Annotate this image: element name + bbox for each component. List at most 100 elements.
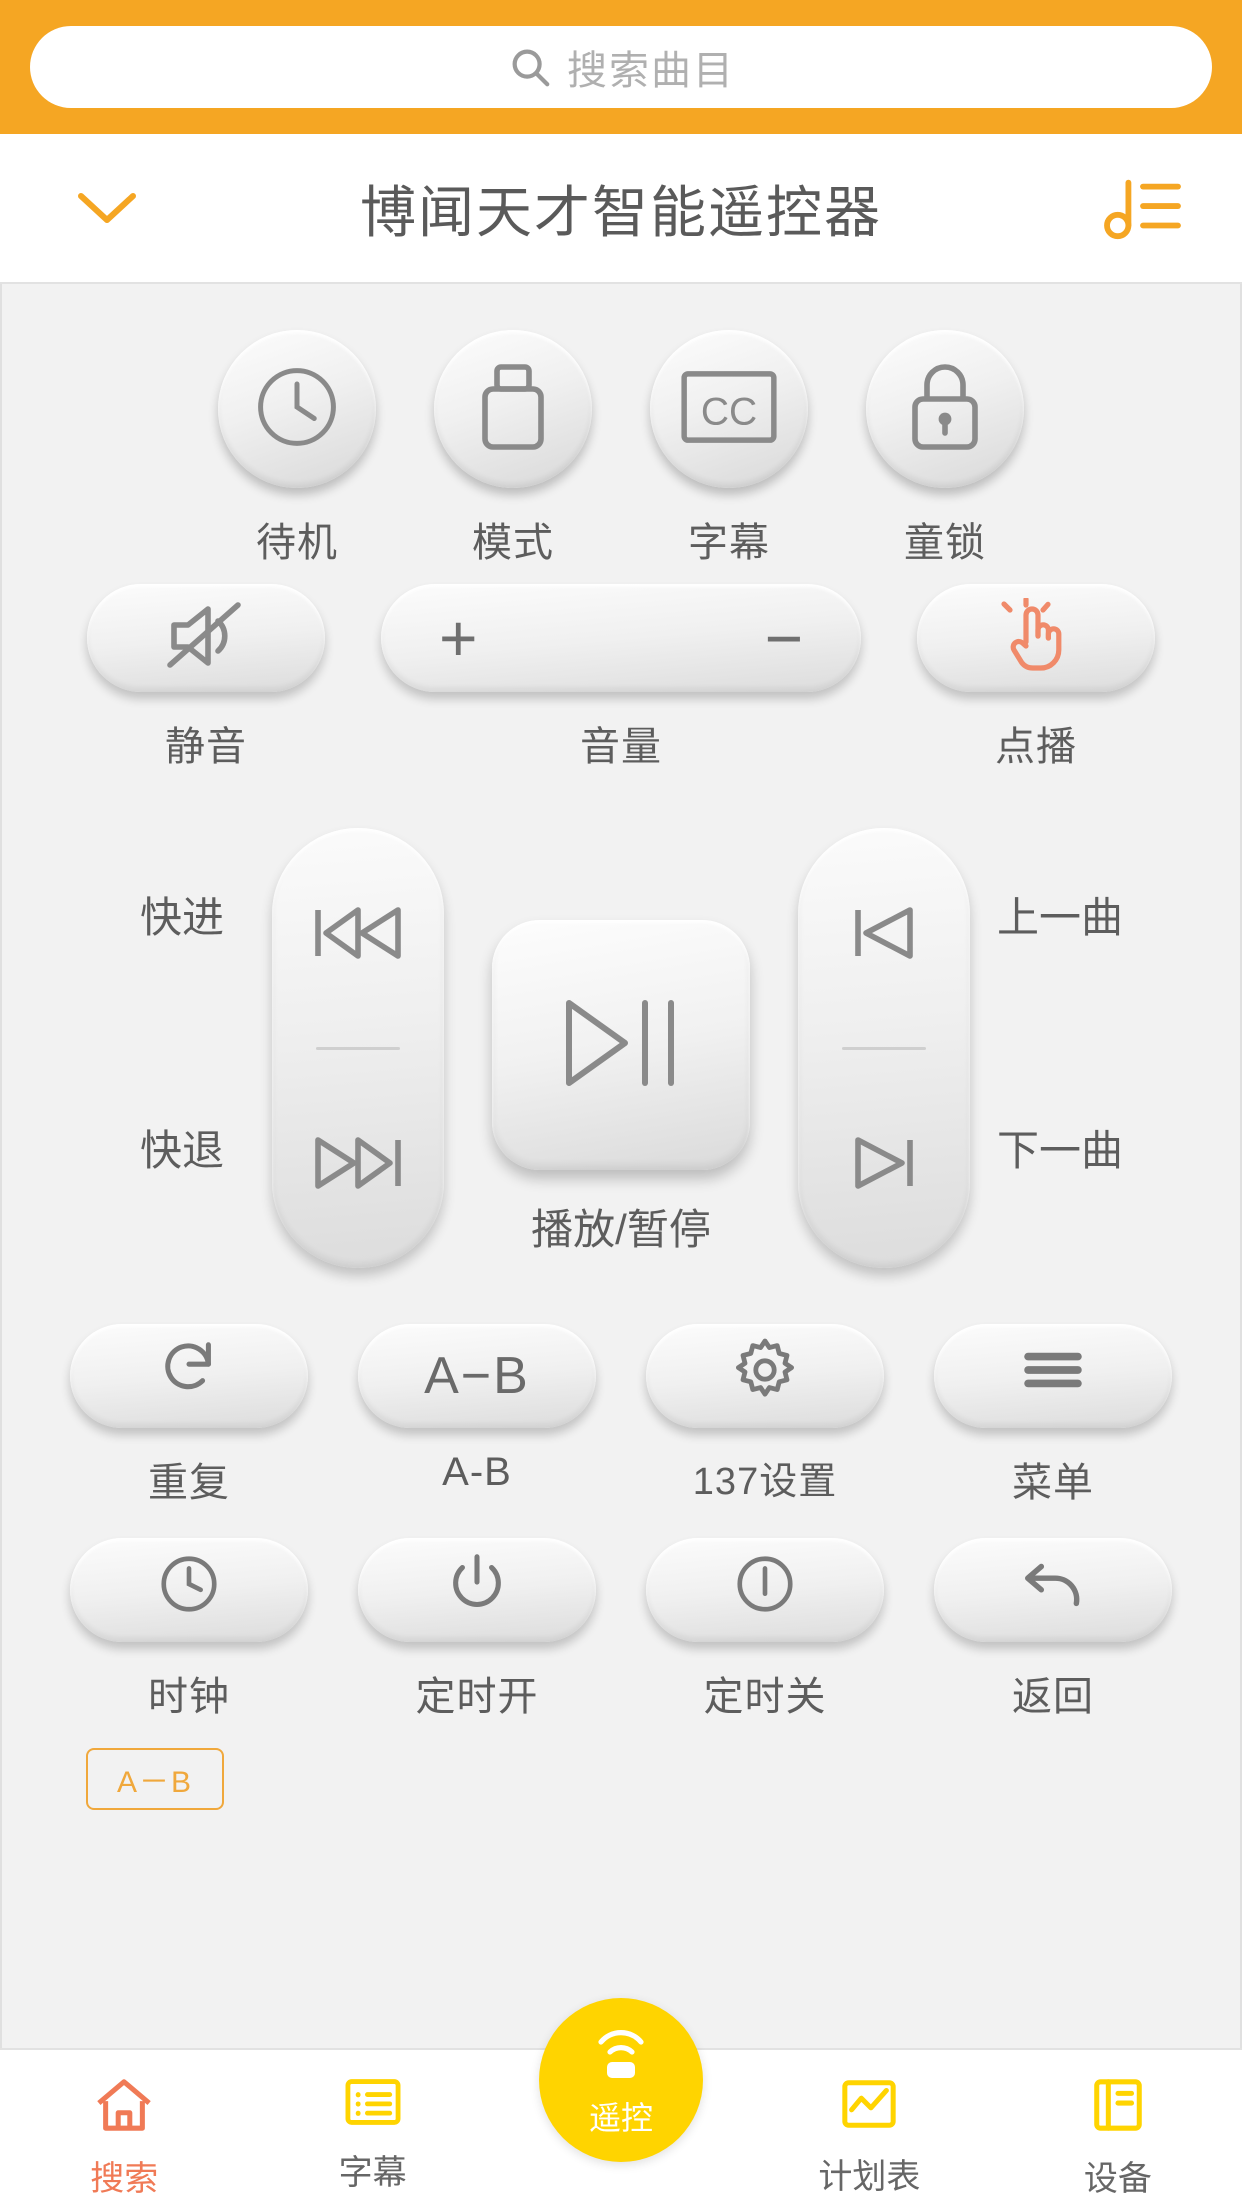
rewind-label: 快退 <box>139 1127 224 1174</box>
transport-section: 快进 快退 播放/暂停 上一曲 下一曲 <box>2 828 1240 1268</box>
ondemand-cell: 点播 <box>917 584 1155 772</box>
timer-off-cell: 定时关 <box>646 1538 884 1722</box>
hand-tap-icon <box>998 596 1074 679</box>
volume-control[interactable]: + − <box>381 584 861 692</box>
menu-icon <box>1020 1346 1086 1406</box>
repeat-button[interactable] <box>70 1324 308 1428</box>
next-track-label: 下一曲 <box>996 1127 1123 1174</box>
device-book-icon <box>1090 2076 1146 2139</box>
repeat-label: 重复 <box>148 1461 230 1505</box>
menu-cell: 菜单 <box>934 1324 1172 1508</box>
clock-button[interactable] <box>70 1538 308 1642</box>
ondemand-button[interactable] <box>917 584 1155 692</box>
settings-label: 137设置 <box>692 1461 838 1503</box>
remote-wifi-icon <box>585 2022 657 2087</box>
app-screen: 搜索曲目 博闻天才智能遥控器 待机 模式 CC 字幕 童锁 静音 + − 音量 … <box>0 0 1242 2208</box>
mode-button[interactable] <box>434 330 592 488</box>
ab-status-tag[interactable]: A－B <box>86 1748 224 1810</box>
remote-row-1: 待机 模式 CC 字幕 童锁 <box>2 330 1240 568</box>
timer-on-cell: 定时开 <box>358 1538 596 1722</box>
rocker-divider <box>842 1046 926 1050</box>
mode-cell: 模式 <box>434 330 592 568</box>
chevron-down-icon[interactable] <box>72 173 142 243</box>
mute-label: 静音 <box>165 725 247 769</box>
childlock-button[interactable] <box>866 330 1024 488</box>
clock-power-icon <box>251 361 343 458</box>
search-icon <box>507 44 553 90</box>
left-labels: 快进 快退 <box>92 828 272 1178</box>
childlock-cell: 童锁 <box>866 330 1024 568</box>
page-title: 博闻天才智能遥控器 <box>360 180 882 244</box>
timer-off-label: 定时关 <box>703 1675 827 1719</box>
subtitle-cell: CC 字幕 <box>650 330 808 568</box>
standby-cell: 待机 <box>218 330 376 568</box>
subtitle-button[interactable]: CC <box>650 330 808 488</box>
tab-schedule[interactable]: 计划表 <box>745 2050 993 2198</box>
mute-button[interactable] <box>87 584 325 692</box>
menu-button[interactable] <box>934 1324 1172 1428</box>
timer-on-button[interactable] <box>358 1538 596 1642</box>
svg-text:CC: CC <box>701 390 757 433</box>
timer-off-button[interactable] <box>646 1538 884 1642</box>
standby-button[interactable] <box>218 330 376 488</box>
tab-subtitle-label: 字幕 <box>338 2154 407 2192</box>
fast-forward-button[interactable] <box>306 858 410 1008</box>
subtitle-label: 字幕 <box>688 521 770 565</box>
search-input[interactable]: 搜索曲目 <box>30 26 1212 108</box>
home-icon <box>93 2076 155 2139</box>
clock-label: 时钟 <box>148 1675 230 1719</box>
gear-icon <box>731 1336 799 1417</box>
repeat-cell: 重复 <box>70 1324 308 1508</box>
repeat-icon <box>156 1337 222 1416</box>
clock-cell: 时钟 <box>70 1538 308 1722</box>
back-label: 返回 <box>1012 1675 1094 1719</box>
tab-schedule-label: 计划表 <box>818 2158 921 2196</box>
rewind-button[interactable] <box>306 1088 410 1238</box>
back-arrow-icon <box>1018 1554 1088 1627</box>
tab-remote-label: 遥控 <box>589 2099 654 2136</box>
bottom-tab-bar: 搜索 字幕 遥控 计划表 设备 <box>0 1998 1242 2208</box>
tab-device[interactable]: 设备 <box>994 2050 1242 2200</box>
previous-track-button[interactable] <box>838 858 930 1008</box>
search-bar: 搜索曲目 <box>0 0 1242 134</box>
subtitle-icon <box>343 2076 403 2133</box>
tab-search[interactable]: 搜索 <box>0 2050 248 2200</box>
volume-up-button[interactable]: + <box>439 605 478 671</box>
settings-cell: 137设置 <box>646 1324 884 1508</box>
settings-button[interactable] <box>646 1324 884 1428</box>
childlock-label: 童锁 <box>904 521 986 565</box>
mode-label: 模式 <box>472 521 554 565</box>
title-bar: 博闻天才智能遥控器 <box>0 134 1242 284</box>
play-pause-button[interactable] <box>492 920 750 1170</box>
ab-cell: A−B A-B <box>358 1324 596 1508</box>
right-labels: 上一曲 下一曲 <box>970 828 1150 1178</box>
remote-panel: 待机 模式 CC 字幕 童锁 静音 + − 音量 点播 快进 快退 播放/暂停 … <box>0 284 1242 2048</box>
lock-icon <box>904 359 986 460</box>
tab-subtitle[interactable]: 字幕 <box>248 2050 496 2194</box>
tab-remote[interactable]: 遥控 <box>497 1998 745 2162</box>
next-track-button[interactable] <box>838 1088 930 1238</box>
search-placeholder: 搜索曲目 <box>567 49 735 93</box>
play-pause-icon <box>557 995 685 1096</box>
ab-label: A-B <box>442 1450 512 1494</box>
volume-down-button[interactable]: − <box>764 605 803 671</box>
remote-fab[interactable]: 遥控 <box>539 1998 704 2162</box>
ff-rew-rocker[interactable] <box>272 828 444 1268</box>
back-button[interactable] <box>934 1538 1172 1642</box>
music-list-icon[interactable] <box>1104 173 1182 243</box>
remote-grid-1: 重复 A−B A-B 137设置 菜单 <box>2 1324 1240 1508</box>
ab-button[interactable]: A−B <box>358 1324 596 1428</box>
mute-icon <box>164 599 248 678</box>
power-off-icon <box>732 1551 798 1630</box>
menu-label: 菜单 <box>1012 1461 1094 1505</box>
cc-icon: CC <box>677 368 781 451</box>
standby-label: 待机 <box>256 521 338 565</box>
prev-next-rocker[interactable] <box>798 828 970 1268</box>
tab-device-label: 设备 <box>1083 2160 1152 2198</box>
play-pause-label: 播放/暂停 <box>531 1206 711 1253</box>
volume-label: 音量 <box>580 725 662 769</box>
power-on-icon <box>447 1551 507 1630</box>
fast-forward-label: 快进 <box>139 894 224 941</box>
remote-row-2: 静音 + − 音量 点播 <box>2 584 1240 772</box>
playpause-cell: 播放/暂停 <box>492 920 750 1257</box>
